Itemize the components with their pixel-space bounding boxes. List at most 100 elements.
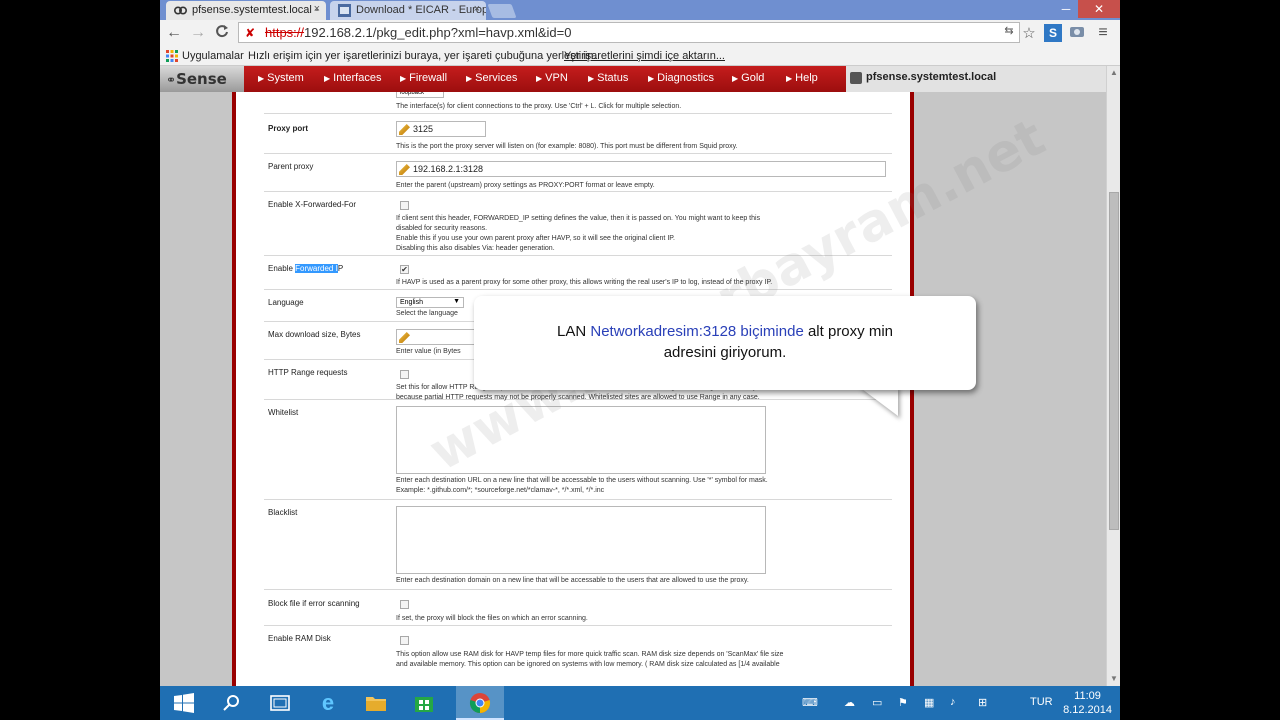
pencil-icon	[399, 332, 410, 343]
desc-line: and available memory. This option can be…	[396, 661, 780, 668]
hostname: pfsense.systemtest.local	[866, 71, 997, 83]
close-window-button[interactable]: ✕	[1078, 0, 1120, 18]
menu-status[interactable]: ▶ Status	[588, 72, 628, 84]
forwarded-ip-checkbox[interactable]: ✔	[400, 265, 409, 274]
pfsense-logo[interactable]: ⚭Sense	[160, 66, 244, 92]
chrome-icon	[469, 693, 491, 714]
scroll-up-icon[interactable]: ▲	[1107, 66, 1120, 80]
input-value: 3125	[413, 124, 434, 134]
menu-firewall[interactable]: ▶ Firewall	[400, 72, 447, 84]
menu-system[interactable]: ▶ System	[258, 72, 304, 84]
menu-label: Gold	[741, 72, 765, 84]
hostname-box: pfsense.systemtest.local	[846, 66, 1106, 92]
max-download-input[interactable]	[396, 329, 486, 345]
search-button[interactable]	[208, 686, 256, 720]
menu-arrow-icon: ▶	[466, 74, 473, 83]
apps-grid-icon[interactable]	[166, 50, 178, 62]
row-proxy-port: Proxy port 3125 This is the port the pro…	[264, 114, 892, 154]
menu-vpn[interactable]: ▶ VPN	[536, 72, 568, 84]
language-indicator[interactable]: TUR	[1030, 696, 1053, 708]
forward-button[interactable]: →	[188, 24, 208, 42]
menu-arrow-icon: ▶	[536, 74, 543, 83]
translate-icon[interactable]: ⇆	[1000, 24, 1018, 42]
camera-extension-icon[interactable]	[1068, 24, 1086, 42]
ram-disk-label: Enable RAM Disk	[268, 634, 331, 643]
clock-date: 8.12.2014	[1063, 704, 1112, 716]
chrome-taskbar-button[interactable]	[456, 686, 504, 720]
bookmark-star-icon[interactable]: ☆	[1020, 24, 1038, 42]
pfsense-favicon-icon	[174, 6, 187, 15]
menu-label: Firewall	[409, 72, 448, 84]
action-center-icon[interactable]: ⚑	[898, 696, 908, 709]
block-error-checkbox[interactable]	[400, 600, 409, 609]
tab-close-icon[interactable]: ×	[314, 3, 320, 15]
keyboard-tray-icon[interactable]: ⌨	[802, 696, 818, 709]
task-view-button[interactable]	[256, 686, 304, 720]
ie-taskbar-button[interactable]: e	[304, 686, 352, 720]
clock-time: 11:09	[1074, 690, 1101, 702]
desc-line: Example: *.github.com/*; *sourceforge.ne…	[396, 487, 605, 494]
tab-close-icon[interactable]: ×	[474, 3, 480, 15]
menu-arrow-icon: ▶	[324, 74, 331, 83]
parent-proxy-input[interactable]: 192.168.2.1:3128	[396, 161, 886, 177]
pencil-icon	[399, 164, 410, 175]
new-tab-button[interactable]	[487, 4, 517, 18]
reload-icon	[216, 25, 228, 38]
callout-text: LAN	[557, 323, 591, 340]
page-scrollbar[interactable]: ▲ ▼	[1106, 66, 1120, 686]
menu-gold[interactable]: ▶ Gold	[732, 72, 764, 84]
start-button[interactable]	[160, 686, 208, 720]
ram-disk-desc: This option allow use RAM disk for HAVP …	[396, 650, 890, 670]
ram-disk-checkbox[interactable]	[400, 636, 409, 645]
parent-proxy-desc: Enter the parent (upstream) proxy settin…	[396, 182, 655, 189]
label-selected-text: Forwarded I	[295, 264, 338, 273]
x-forwarded-checkbox[interactable]	[400, 201, 409, 210]
language-select[interactable]: English ▼	[396, 297, 464, 308]
tab-title: Download * EICAR - Europ	[356, 4, 486, 16]
forwarded-ip-label: Enable Forwarded IP	[268, 264, 343, 273]
store-taskbar-button[interactable]	[400, 686, 448, 720]
http-range-checkbox[interactable]	[400, 370, 409, 379]
reload-button[interactable]	[212, 24, 232, 43]
scroll-down-icon[interactable]: ▼	[1107, 672, 1120, 686]
chrome-menu-icon[interactable]: ≡	[1094, 24, 1112, 42]
host-icon	[850, 72, 862, 84]
folder-icon	[366, 697, 386, 711]
tab-eicar[interactable]: Download * EICAR - Europ ×	[330, 1, 486, 20]
extension-s-icon[interactable]: S	[1044, 24, 1062, 42]
interfaces-select[interactable]: loopback	[396, 92, 444, 98]
pencil-icon	[399, 124, 410, 135]
taskbar-clock[interactable]: 11:09 8.12.2014	[1063, 689, 1112, 717]
logo-pf-icon: ⚭	[166, 73, 177, 87]
bookmarks-bar: Uygulamalar Hızlı erişim için yer işaret…	[160, 46, 1120, 66]
scroll-thumb[interactable]	[1109, 192, 1119, 530]
insecure-lock-icon: ✘	[245, 26, 256, 40]
network-tray-icon[interactable]: ▦	[924, 696, 934, 709]
language-indicator-icon[interactable]: ⊞	[978, 696, 987, 709]
back-button[interactable]: ←	[164, 24, 184, 42]
internet-explorer-icon: e	[321, 690, 335, 715]
select-value: loopback	[400, 92, 425, 96]
menu-services[interactable]: ▶ Services	[466, 72, 517, 84]
import-bookmarks-link[interactable]: Yer işaretlerini şimdi içe aktarın...	[564, 50, 725, 62]
notification-tray-icon[interactable]: ▭	[872, 696, 882, 709]
blacklist-label: Blacklist	[268, 508, 298, 517]
explorer-taskbar-button[interactable]	[352, 686, 400, 720]
tab-pfsense[interactable]: pfsense.systemtest.local - ×	[166, 1, 326, 20]
desc-line: This option allow use RAM disk for HAVP …	[396, 651, 784, 658]
apps-bookmark[interactable]: Uygulamalar	[182, 50, 244, 62]
menu-label: Services	[475, 72, 518, 84]
proxy-port-input[interactable]: 3125	[396, 121, 486, 137]
blacklist-textarea[interactable]	[396, 506, 766, 574]
menu-interfaces[interactable]: ▶ Interfaces	[324, 72, 381, 84]
volume-tray-icon[interactable]: ♪	[950, 696, 956, 708]
windows-taskbar: e ⌨ ☁ ▭ ⚑ ▦ ♪ ⊞ TUR 11:09 8.12.2014	[160, 686, 1120, 720]
menu-help[interactable]: ▶ Help	[786, 72, 818, 84]
onedrive-tray-icon[interactable]: ☁	[844, 696, 855, 709]
menu-diagnostics[interactable]: ▶ Diagnostics	[648, 72, 714, 84]
http-range-label: HTTP Range requests	[268, 368, 348, 377]
address-bar[interactable]: ✘ https://192.168.2.1/pkg_edit.php?xml=h…	[238, 22, 1020, 43]
row-block-error: Block file if error scanning If set, the…	[264, 590, 892, 626]
language-label: Language	[268, 298, 304, 307]
row-ram-disk: Enable RAM Disk This option allow use RA…	[264, 626, 892, 686]
